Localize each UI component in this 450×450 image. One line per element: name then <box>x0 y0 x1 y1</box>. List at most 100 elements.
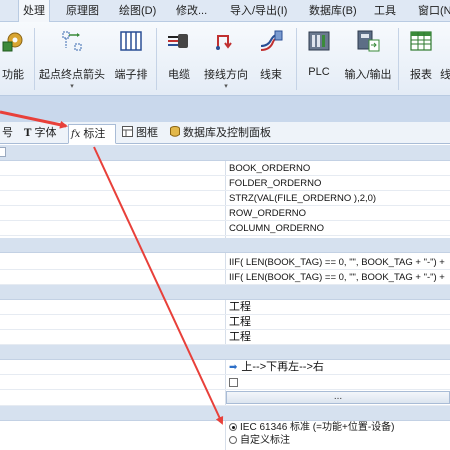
frame-icon <box>122 126 133 137</box>
grid-row[interactable]: ROW_ORDERNO <box>0 206 450 221</box>
function-button[interactable]: 功能 <box>0 22 32 96</box>
ribbon-separator <box>398 28 399 90</box>
property-value[interactable]: IIF( LEN(BOOK_TAG) == 0, "", BOOK_TAG + … <box>229 270 450 285</box>
radio-button[interactable] <box>229 436 237 444</box>
ribbon-separator <box>156 28 157 90</box>
terminal-strip-label: 端子排 <box>114 69 148 81</box>
grid-section-header <box>0 238 450 253</box>
grid-section-header <box>0 285 450 300</box>
start-end-arrow-button[interactable]: 起点终点箭头 ▾ <box>36 22 108 96</box>
grid-row: IEC 61346 标准 (=功能+位置-设备) 自定义标注 <box>0 421 450 450</box>
wire-label: 线 <box>440 69 450 81</box>
menu-modify[interactable]: 修改... <box>172 0 211 22</box>
property-value[interactable]: 工程 <box>229 330 450 345</box>
grid-row[interactable]: 工程 <box>0 315 450 330</box>
property-checkbox[interactable] <box>229 378 238 387</box>
grid-section-header <box>0 406 450 421</box>
wiring-direction-icon <box>216 35 232 50</box>
panel-header-band <box>0 96 450 122</box>
menu-import-export[interactable]: 导入/导出(I) <box>226 0 291 22</box>
sort-direction-text: 上-->下再左-->右 <box>241 361 324 373</box>
harness-icon <box>260 30 283 51</box>
tab-font[interactable]: T 字体 <box>22 124 56 144</box>
grid-row[interactable]: FOLDER_ORDERNO <box>0 176 450 191</box>
font-icon: T <box>24 128 32 139</box>
io-icon <box>357 30 380 52</box>
harness-button[interactable]: 线束 <box>252 22 290 96</box>
report-icon <box>410 31 432 51</box>
tab-database-control-panel[interactable]: 数据库及控制面板 <box>168 124 271 144</box>
menu-tools[interactable]: 工具 <box>370 0 400 22</box>
settings-tab-strip: 号 T 字体 fx 标注 图框 数据库及控制面板 <box>0 122 450 144</box>
menu-window[interactable]: 窗口(N <box>414 0 450 22</box>
radio-label: 自定义标注 <box>240 435 290 446</box>
tab-font-label: 字体 <box>34 127 57 139</box>
tab-frame[interactable]: 图框 <box>120 124 158 144</box>
property-value[interactable]: ➡ 上-->下再左-->右 <box>229 360 450 375</box>
function-gear-icon <box>2 32 23 52</box>
grid-row[interactable]: ... <box>0 390 450 406</box>
harness-label: 线束 <box>260 69 282 81</box>
start-end-arrow-icon <box>62 31 82 51</box>
menu-database[interactable]: 数据库(B) <box>305 0 361 22</box>
tab-annotation[interactable]: fx 标注 <box>68 124 116 144</box>
grid-row[interactable]: 工程 <box>0 300 450 315</box>
property-value[interactable]: BOOK_ORDERNO <box>229 161 450 176</box>
radio-label: IEC 61346 标准 (=功能+位置-设备) <box>240 422 395 433</box>
grid-row[interactable]: 工程 <box>0 330 450 345</box>
database-icon <box>170 126 180 137</box>
terminal-strip-button[interactable]: 端子排 <box>110 22 152 96</box>
property-value[interactable]: ROW_ORDERNO <box>229 206 450 221</box>
report-label: 报表 <box>410 69 432 81</box>
tab-symbol-label: 号 <box>2 127 13 139</box>
ribbon-separator <box>296 28 297 90</box>
property-value[interactable]: IIF( LEN(BOOK_TAG) == 0, "", BOOK_TAG + … <box>229 255 450 270</box>
property-value[interactable]: COLUMN_ORDERNO <box>229 221 450 236</box>
grid-section-header <box>0 145 450 161</box>
radio-button[interactable] <box>229 423 237 431</box>
grid-row[interactable] <box>0 375 450 390</box>
arrow-right-icon: ➡ <box>229 362 238 373</box>
ellipsis-button[interactable]: ... <box>226 391 450 404</box>
tab-symbol[interactable]: 号 <box>0 124 13 144</box>
start-end-arrow-label: 起点终点箭头 <box>39 69 105 81</box>
property-value[interactable]: 工程 <box>229 300 450 315</box>
report-button[interactable]: 报表 <box>402 22 440 96</box>
menu-schematic[interactable]: 原理图 <box>62 0 103 22</box>
grid-row[interactable]: BOOK_ORDERNO <box>0 161 450 176</box>
radio-option-custom[interactable]: 自定义标注 <box>229 434 290 447</box>
property-value[interactable]: 工程 <box>229 315 450 330</box>
menu-draw[interactable]: 绘图(D) <box>115 0 160 22</box>
grid-row[interactable]: IIF( LEN(BOOK_TAG) == 0, "", BOOK_TAG + … <box>0 270 450 285</box>
grid-row[interactable]: STRZ(VAL(FILE_ORDERNO ),2,0) <box>0 191 450 206</box>
grid-row[interactable]: ➡ 上-->下再左-->右 <box>0 360 450 375</box>
io-label: 输入/输出 <box>344 69 392 81</box>
wire-button[interactable]: 线 <box>440 22 450 96</box>
property-grid: BOOK_ORDERNO FOLDER_ORDERNO STRZ(VAL(FIL… <box>0 145 450 450</box>
chevron-down-icon: ▾ <box>70 83 74 90</box>
cable-label: 电缆 <box>168 69 190 81</box>
menu-bar: 处理 原理图 绘图(D) 修改... 导入/导出(I) 数据库(B) 工具 窗口… <box>0 0 450 22</box>
function-label: 功能 <box>2 69 24 81</box>
wiring-direction-label: 接线方向 <box>204 69 248 81</box>
ribbon-toolbar: 功能 起点终点箭头 ▾ 端子排 电缆 接线方向 ▾ 线束 PLC 输入/输出 报… <box>0 22 450 96</box>
property-value[interactable]: FOLDER_ORDERNO <box>229 176 450 191</box>
fx-icon: fx <box>71 129 81 140</box>
wiring-direction-button[interactable]: 接线方向 ▾ <box>200 22 252 96</box>
radio-option-iec[interactable]: IEC 61346 标准 (=功能+位置-设备) <box>229 421 394 434</box>
grid-row[interactable]: COLUMN_ORDERNO <box>0 221 450 236</box>
plc-button[interactable]: PLC <box>300 22 338 96</box>
tab-frame-label: 图框 <box>136 127 158 139</box>
plc-label: PLC <box>308 66 330 78</box>
property-value[interactable]: STRZ(VAL(FILE_ORDERNO ),2,0) <box>229 191 450 206</box>
tab-annotation-label: 标注 <box>83 128 106 140</box>
cable-button[interactable]: 电缆 <box>160 22 198 96</box>
grid-section-header <box>0 345 450 360</box>
plc-icon <box>308 31 330 51</box>
io-button[interactable]: 输入/输出 <box>340 22 396 96</box>
tab-database-label: 数据库及控制面板 <box>183 127 271 139</box>
grid-row[interactable]: IIF( LEN(BOOK_TAG) == 0, "", BOOK_TAG + … <box>0 255 450 270</box>
menu-processing[interactable]: 处理 <box>18 0 50 22</box>
collapse-toggle-icon[interactable] <box>0 147 6 157</box>
ribbon-separator <box>34 28 35 90</box>
